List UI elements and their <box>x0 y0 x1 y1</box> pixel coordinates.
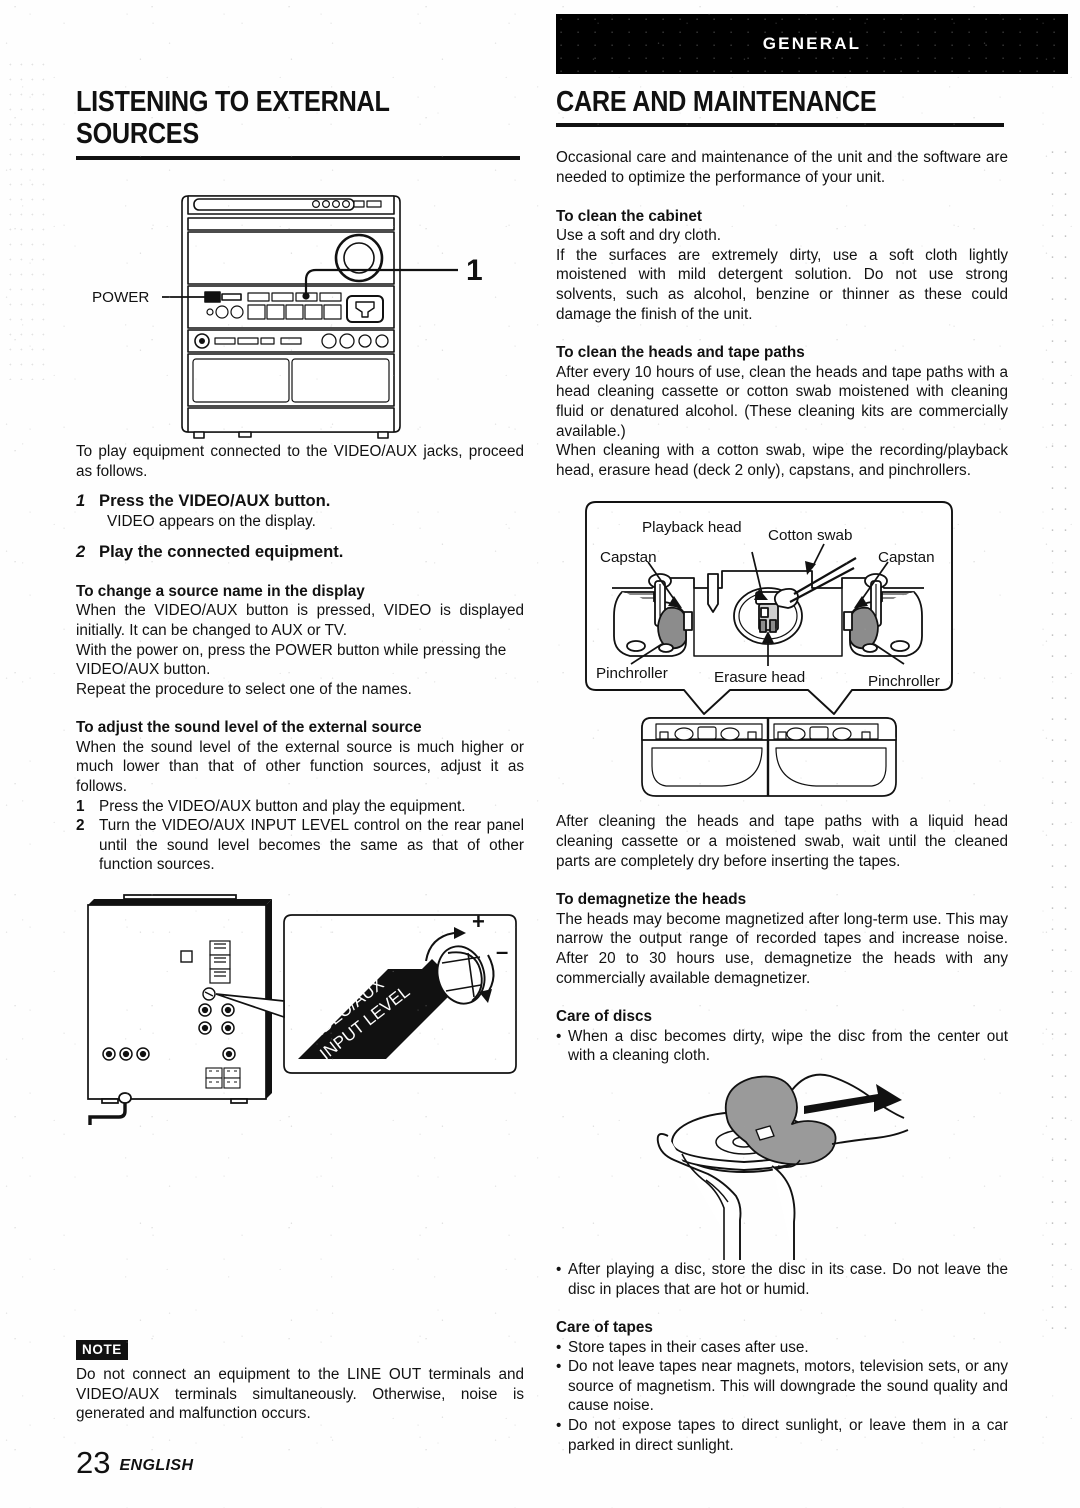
rear-panel-figure: VIDEO/AUX INPUT LEVEL + – <box>76 893 524 1133</box>
note-badge: NOTE <box>76 1340 128 1360</box>
label-pinchroller-left: Pinchroller <box>596 665 668 682</box>
right-intro-text: Occasional care and maintenance of the u… <box>556 149 1008 187</box>
manual-page: GENERAL LISTENING TO EXTERNAL SOURCES PO… <box>0 0 1080 1508</box>
clean-heads-p1: After every 10 hours of use, clean the h… <box>556 363 1008 440</box>
clean-cabinet-heading: To clean the cabinet <box>556 207 702 225</box>
clean-heads-heading: To clean the heads and tape paths <box>556 344 805 362</box>
front-panel-figure: POWER 1 <box>76 174 524 442</box>
sound-level-step-2-number: 2 <box>76 817 85 835</box>
note-text: Do not connect an equipment to the LINE … <box>76 1366 524 1423</box>
label-erasure-head: Erasure head <box>714 669 805 686</box>
bullet-dot-icon: • <box>556 1358 562 1376</box>
knob-minus-label: – <box>496 939 508 964</box>
source-name-heading: To change a source name in the display <box>76 582 365 600</box>
left-intro-text: To play equipment connected to the VIDEO… <box>76 442 524 480</box>
demagnetize-heading: To demagnetize the heads <box>556 891 747 909</box>
bullet-dot-icon: • <box>556 1260 562 1278</box>
label-capstan-left: Capstan <box>600 549 657 566</box>
care-of-tapes-bullet-1-text: Store tapes in their cases after use. <box>568 1338 809 1356</box>
care-of-tapes-bullet-1: • Store tapes in their cases after use. <box>556 1338 1008 1358</box>
note-block: NOTE Do not connect an equipment to the … <box>76 1340 524 1424</box>
care-of-discs-heading: Care of discs <box>556 1008 653 1026</box>
bullet-dot-icon: • <box>556 1417 562 1435</box>
power-label: POWER <box>92 289 149 306</box>
step-2-number: 2 <box>76 541 86 561</box>
care-of-discs-bullet-2: • After playing a disc, store the disc i… <box>556 1260 1008 1299</box>
step-1: 1 Press the VIDEO/AUX button. VIDEO appe… <box>76 490 524 532</box>
knob-plus-label: + <box>472 909 485 934</box>
left-column: LISTENING TO EXTERNAL SOURCES POWER 1 To… <box>76 86 524 1422</box>
demagnetize-p1: The heads may become magnetized after lo… <box>556 910 1008 987</box>
care-of-tapes-bullet-3: • Do not expose tapes to direct sunlight… <box>556 1416 1008 1455</box>
sound-level-step-2: 2 Turn the VIDEO/AUX INPUT LEVEL control… <box>76 816 524 875</box>
source-name-p1: When the VIDEO/AUX button is pressed, VI… <box>76 602 524 639</box>
label-playback-head: Playback head <box>642 519 742 536</box>
sound-level-step-1-number: 1 <box>76 797 85 815</box>
page-footer: 23 ENGLISH <box>76 1447 193 1478</box>
label-capstan-right: Capstan <box>878 549 935 566</box>
step-1-lead: Press the VIDEO/AUX button. <box>99 491 331 511</box>
general-section-band: GENERAL <box>556 14 1068 74</box>
tape-heads-figure: Playback head Cotton swab Capstan Capsta… <box>556 496 1008 812</box>
source-name-p3: Repeat the procedure to select one of th… <box>76 680 412 698</box>
care-of-tapes-bullet-2: • Do not leave tapes near magnets, motor… <box>556 1357 1008 1416</box>
sound-level-step-1: 1 Press the VIDEO/AUX button and play th… <box>76 797 524 817</box>
page-language: ENGLISH <box>119 1457 194 1474</box>
left-section-title: LISTENING TO EXTERNAL SOURCES <box>76 86 390 151</box>
scan-edge-noise-left <box>6 60 46 380</box>
clean-cabinet-p2: If the surfaces are extremely dirty, use… <box>556 246 1008 323</box>
care-of-tapes-heading: Care of tapes <box>556 1319 653 1337</box>
right-section-title: CARE AND MAINTENANCE <box>556 86 877 118</box>
label-pinchroller-right: Pinchroller <box>868 673 940 690</box>
sound-level-heading: To adjust the sound level of the externa… <box>76 719 422 737</box>
label-cotton-swab: Cotton swab <box>768 527 852 544</box>
figure-callout-1: 1 <box>466 254 483 287</box>
care-of-discs-bullet-2-text: After playing a disc, store the disc in … <box>568 1260 1008 1298</box>
step-1-number: 1 <box>76 491 86 511</box>
care-of-discs-bullet-1: • When a disc becomes dirty, wipe the di… <box>556 1027 1008 1066</box>
scan-edge-noise-right <box>1046 150 1072 1330</box>
bullet-dot-icon: • <box>556 1027 562 1045</box>
sound-level-p1: When the sound level of the external sou… <box>76 738 524 796</box>
step-1-sub: VIDEO appears on the display. <box>107 513 316 531</box>
step-2: 2 Play the connected equipment. <box>76 541 524 563</box>
sound-level-step-2-text: Turn the VIDEO/AUX INPUT LEVEL control o… <box>99 817 524 874</box>
clean-heads-p2: When cleaning with a cotton swab, wipe t… <box>556 442 1008 479</box>
left-title-rule <box>76 155 520 160</box>
care-of-tapes-bullet-3-text: Do not expose tapes to direct sunlight, … <box>568 1417 1008 1454</box>
right-column: CARE AND MAINTENANCE Occasional care and… <box>556 86 1008 1455</box>
care-of-discs-bullet-1-text: When a disc becomes dirty, wipe the disc… <box>568 1027 1008 1065</box>
sound-level-step-1-text: Press the VIDEO/AUX button and play the … <box>99 797 466 815</box>
source-name-p2: With the power on, press the POWER butto… <box>76 641 507 679</box>
page-number: 23 <box>76 1445 111 1480</box>
clean-cabinet-p1: Use a soft and dry cloth. <box>556 227 721 245</box>
general-band-label: GENERAL <box>762 34 862 53</box>
bullet-dot-icon: • <box>556 1338 562 1356</box>
disc-cleaning-figure <box>556 1070 1008 1260</box>
after-cleaning-text: After cleaning the heads and tape paths … <box>556 813 1008 870</box>
care-of-tapes-bullet-2-text: Do not leave tapes near magnets, motors,… <box>568 1358 1008 1415</box>
step-2-lead: Play the connected equipment. <box>99 541 344 561</box>
